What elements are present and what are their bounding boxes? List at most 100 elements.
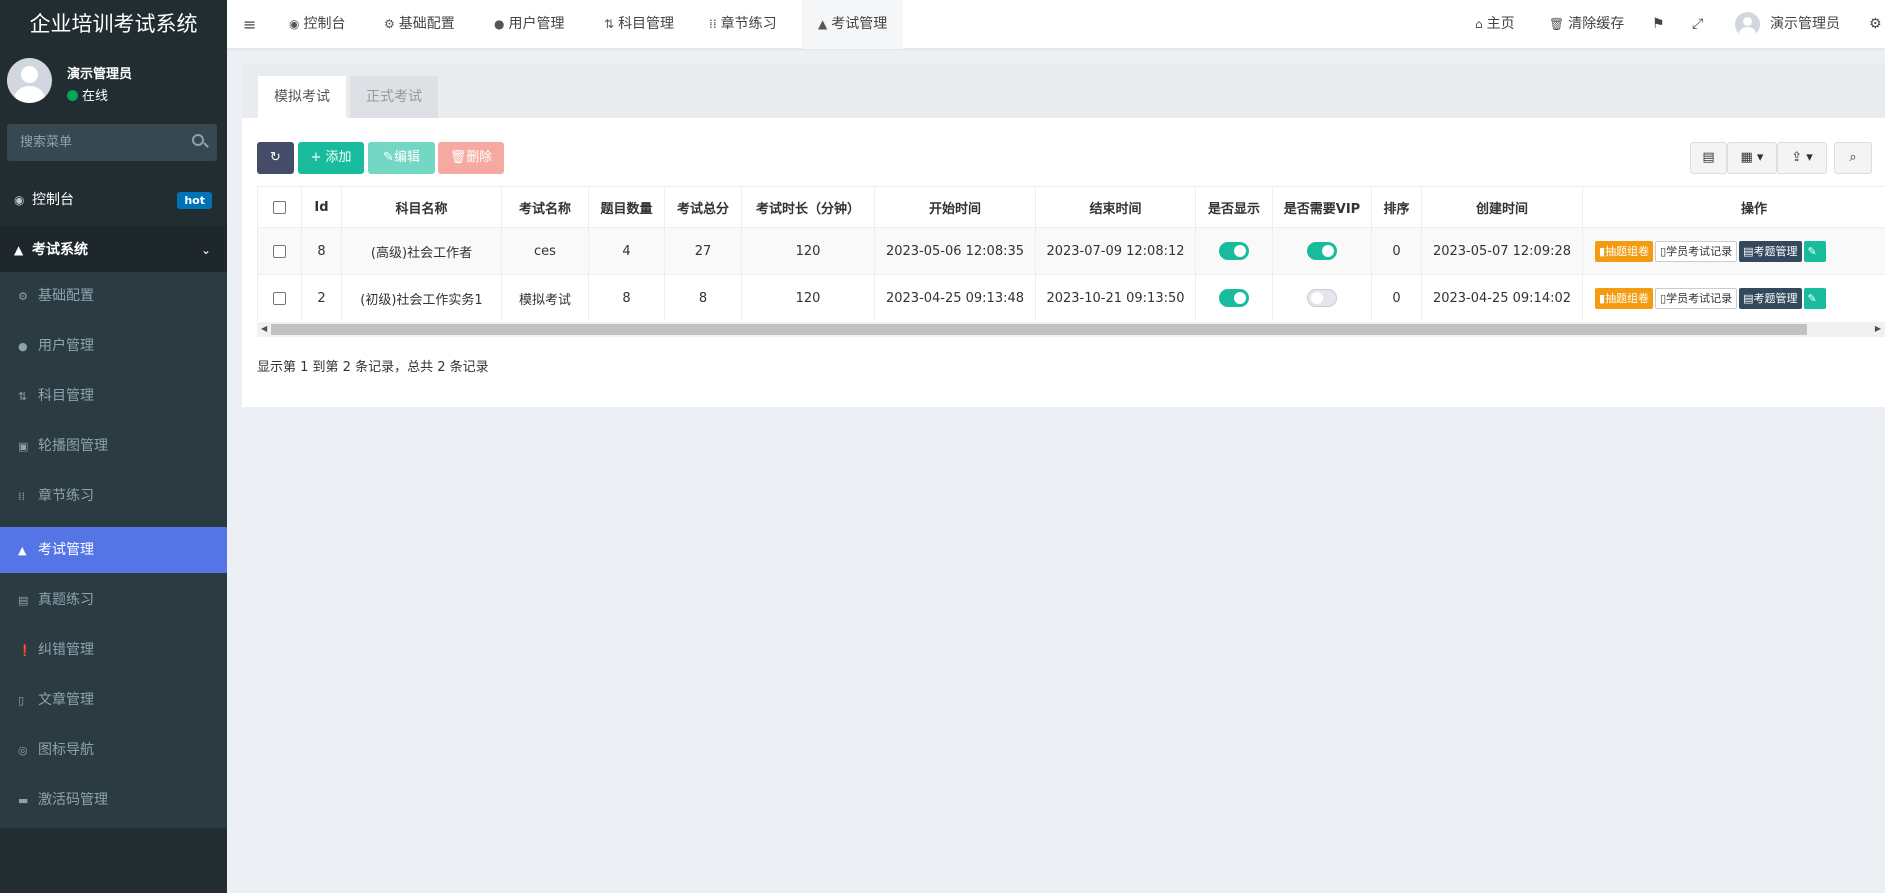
columns-button[interactable]: ▦ ▾ (1727, 142, 1777, 174)
col-header[interactable]: 是否需要VIP (1272, 186, 1372, 228)
cell-start: 2023-05-06 12:08:35 (874, 227, 1036, 275)
sidebar-item-label: 基础配置 (38, 288, 94, 304)
user-menu[interactable]: 演示管理员 (1735, 0, 1840, 49)
scroll-right-icon[interactable]: ▶ (1875, 324, 1881, 333)
user-name: 演示管理员 (67, 67, 133, 82)
horizontal-scrollbar[interactable]: ◀ ▶ (257, 322, 1885, 337)
settings-icon[interactable]: ⚙ (1869, 0, 1882, 49)
col-header[interactable]: 题目数量 (588, 186, 665, 228)
col-header[interactable]: Id (301, 186, 342, 228)
exam-records-button[interactable]: ▯学员考试记录 (1655, 287, 1738, 309)
scroll-left-icon[interactable]: ◀ (261, 324, 267, 333)
language-icon[interactable]: ⚑ (1652, 0, 1665, 49)
col-header[interactable]: 是否显示 (1195, 186, 1273, 228)
edit-button[interactable]: ✎编辑 (368, 142, 435, 174)
select-all-cell (257, 186, 302, 228)
col-header[interactable]: 科目名称 (341, 186, 502, 228)
tab-basic-config[interactable]: ⚙ 基础配置 (384, 0, 455, 49)
sidebar-item-carousel[interactable]: ▣ 轮播图管理 (0, 422, 227, 470)
home-icon: ⌂ (1475, 17, 1483, 31)
sidebar-item-subjects[interactable]: ⇅ 科目管理 (0, 372, 227, 420)
sidebar-item-errata[interactable]: ❗ 纠错管理 (0, 626, 227, 674)
table-header-row: Id 科目名称 考试名称 题目数量 考试总分 考试时长（分钟） 开始时间 结束时… (257, 186, 1885, 228)
tab-formal-exam[interactable]: 正式考试 (350, 76, 438, 118)
tab-users[interactable]: ● 用户管理 (494, 0, 564, 49)
select-all-checkbox[interactable] (273, 200, 286, 214)
question-manage-button[interactable]: ▤考题管理 (1739, 240, 1802, 262)
tab-mock-exam[interactable]: 模拟考试 (258, 76, 346, 118)
table-row[interactable]: 8 (高级)社会工作者 ces 4 27 120 2023-05-06 12:0… (257, 227, 1885, 275)
col-header[interactable]: 创建时间 (1421, 186, 1583, 228)
toggle-view-button[interactable]: ▤ (1690, 142, 1727, 174)
cell-exam-name: 模拟考试 (501, 274, 589, 321)
exam-records-button[interactable]: ▯学员考试记录 (1655, 240, 1738, 262)
col-header[interactable]: 结束时间 (1035, 186, 1196, 228)
sidebar-item-label: 文章管理 (38, 692, 94, 708)
clear-cache-button[interactable]: 🗑 清除缓存 (1549, 0, 1624, 49)
sidebar-item-dashboard[interactable]: ◉ 控制台 hot (0, 175, 227, 225)
gear-icon: ⚙ (384, 17, 395, 31)
cell-end: 2023-10-21 09:13:50 (1035, 274, 1196, 321)
fullscreen-icon[interactable]: ⤢ (1692, 0, 1703, 49)
sidebar-item-users[interactable]: ● 用户管理 (0, 322, 227, 370)
tab-dashboard[interactable]: ◉ 控制台 (289, 0, 345, 49)
sidebar-item-exam-system[interactable]: ▲ 考试系统 ⌄ (0, 225, 227, 275)
menu-toggle-icon[interactable]: ≡ (243, 0, 256, 49)
vip-toggle[interactable] (1307, 242, 1337, 260)
pencil-icon: ✎ (1807, 291, 1817, 305)
user-panel: 演示管理员 在线 (7, 58, 222, 108)
table-wrapper: Id 科目名称 考试名称 题目数量 考试总分 考试时长（分钟） 开始时间 结束时… (257, 186, 1885, 321)
sidebar-item-real-exam[interactable]: ▤ 真题练习 (0, 576, 227, 624)
tab-chapter[interactable]: ⁞⁞ 章节练习 (709, 0, 777, 49)
sidebar-item-basic-config[interactable]: ⚙ 基础配置 (0, 272, 227, 320)
submenu: ⚙ 基础配置 ● 用户管理 ⇅ 科目管理 ▣ 轮播图管理 ⁞⁞ 章节练习 ▲ 考试管理 ▤ 真… (0, 272, 227, 828)
vip-toggle[interactable] (1307, 289, 1337, 307)
tab-exam-manage[interactable]: ▲ 考试管理 (802, 0, 904, 49)
scroll-thumb[interactable] (271, 324, 1807, 335)
refresh-button[interactable]: ↻ (257, 142, 294, 174)
hot-badge: hot (177, 192, 212, 209)
tab-subjects[interactable]: ⇅ 科目管理 (604, 0, 674, 49)
draw-paper-button[interactable]: ▮抽题组卷 (1595, 287, 1654, 309)
search-icon[interactable] (192, 134, 204, 146)
show-toggle[interactable] (1219, 242, 1249, 260)
home-label: 主页 (1486, 16, 1515, 32)
export-button[interactable]: ⇪ ▾ (1777, 142, 1827, 174)
sidebar-item-articles[interactable]: ▯ 文章管理 (0, 676, 227, 724)
records-label: 学员考试记录 (1666, 291, 1733, 305)
search-input[interactable] (7, 124, 177, 161)
col-header[interactable]: 排序 (1371, 186, 1422, 228)
col-header[interactable]: 考试总分 (664, 186, 742, 228)
sidebar-item-icon-nav[interactable]: ◎ 图标导航 (0, 726, 227, 774)
delete-label: 删除 (466, 150, 493, 165)
edit-row-button[interactable]: ✎ (1803, 240, 1826, 262)
row-checkbox[interactable] (273, 291, 286, 305)
row-checkbox[interactable] (273, 244, 286, 258)
cell-total: 8 (664, 274, 742, 321)
sidebar-item-label: 科目管理 (38, 388, 94, 404)
sidebar-item-exam-manage[interactable]: ▲ 考试管理 (0, 527, 227, 573)
cell-count: 4 (588, 227, 665, 275)
app-logo[interactable]: 企业培训考试系统 (0, 0, 227, 49)
cell-sort: 0 (1371, 227, 1422, 275)
edit-row-button[interactable]: ✎ (1803, 287, 1826, 309)
pencil-icon: ✎ (1807, 244, 1817, 258)
show-toggle[interactable] (1219, 289, 1249, 307)
table-search-button[interactable]: ⌕ (1834, 142, 1872, 174)
cell-created: 2023-04-25 09:14:02 (1421, 274, 1583, 321)
tab-label: 基础配置 (398, 16, 455, 32)
col-header[interactable]: 开始时间 (874, 186, 1036, 228)
file-icon: ▯ (18, 694, 25, 707)
sidebar-item-chapter[interactable]: ⁞⁞ 章节练习 (0, 472, 227, 520)
table-row[interactable]: 2 (初级)社会工作实务1 模拟考试 8 8 120 2023-04-25 09… (257, 274, 1885, 321)
sidebar-item-label: 轮播图管理 (38, 438, 108, 454)
draw-paper-button[interactable]: ▮抽题组卷 (1595, 240, 1654, 262)
col-header[interactable]: 考试时长（分钟） (741, 186, 875, 228)
delete-button[interactable]: 🗑删除 (438, 142, 504, 174)
question-manage-button[interactable]: ▤考题管理 (1739, 287, 1802, 309)
col-header[interactable]: 考试名称 (501, 186, 589, 228)
home-link[interactable]: ⌂ 主页 (1475, 0, 1515, 49)
sidebar-item-activation[interactable]: ▬ 激活码管理 (0, 776, 227, 824)
cell-id: 8 (301, 227, 342, 275)
add-button[interactable]: + 添加 (298, 142, 364, 174)
